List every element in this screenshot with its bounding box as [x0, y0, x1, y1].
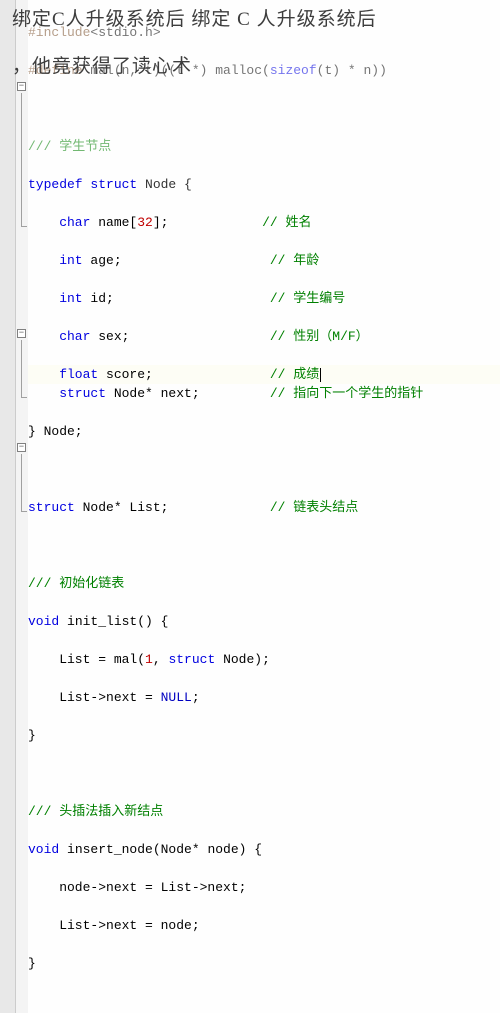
code-line[interactable]: void init_list() { [28, 612, 500, 631]
code-line[interactable]: int age; // 年龄 [28, 251, 500, 270]
fold-line-struct [21, 93, 22, 226]
fold-toggle-insert[interactable]: − [17, 443, 26, 452]
code-line[interactable]: } Node; [28, 422, 500, 441]
code-line[interactable]: /// 学生节点 [28, 137, 500, 156]
code-line[interactable]: void insert_node(Node* node) { [28, 840, 500, 859]
text-cursor [320, 368, 321, 382]
fold-end-struct [21, 226, 27, 227]
code-line[interactable] [28, 460, 500, 479]
code-editor[interactable]: − − − #include<stdio.h> #define mal(n, t… [0, 0, 500, 1013]
code-line[interactable] [28, 764, 500, 783]
code-line[interactable]: int id; // 学生编号 [28, 289, 500, 308]
fold-toggle-init[interactable]: − [17, 329, 26, 338]
code-line-active[interactable]: float score; // 成绩 [28, 365, 500, 384]
code-line[interactable]: char name[32]; // 姓名 [28, 213, 500, 232]
code-line[interactable]: /// 头插法插入新结点 [28, 802, 500, 821]
code-line[interactable]: typedef struct Node { [28, 175, 500, 194]
code-line[interactable]: #define mal(n, t)((t *) malloc(sizeof(t)… [28, 61, 500, 80]
code-line[interactable]: char sex; // 性别（M/F） [28, 327, 500, 346]
code-line[interactable]: node->next = List->next; [28, 878, 500, 897]
code-line[interactable]: List->next = node; [28, 916, 500, 935]
fold-line-insert [21, 454, 22, 511]
code-line[interactable]: struct Node* List; // 链表头结点 [28, 498, 500, 517]
fold-end-insert [21, 511, 27, 512]
code-line[interactable] [28, 536, 500, 555]
code-line[interactable]: } [28, 726, 500, 745]
code-line[interactable]: struct Node* next; // 指向下一个学生的指针 [28, 384, 500, 403]
fold-toggle-struct[interactable]: − [17, 82, 26, 91]
code-line[interactable]: #include<stdio.h> [28, 23, 500, 42]
code-line[interactable]: /// 初始化链表 [28, 574, 500, 593]
fold-line-init [21, 340, 22, 397]
code-line[interactable]: List = mal(1, struct Node); [28, 650, 500, 669]
fold-bar [16, 0, 28, 1013]
editor-gutter [0, 0, 16, 1013]
code-line[interactable]: List->next = NULL; [28, 688, 500, 707]
code-line[interactable]: } [28, 954, 500, 973]
code-line[interactable] [28, 99, 500, 118]
fold-end-init [21, 397, 27, 398]
code-area[interactable]: #include<stdio.h> #define mal(n, t)((t *… [28, 2, 500, 1013]
